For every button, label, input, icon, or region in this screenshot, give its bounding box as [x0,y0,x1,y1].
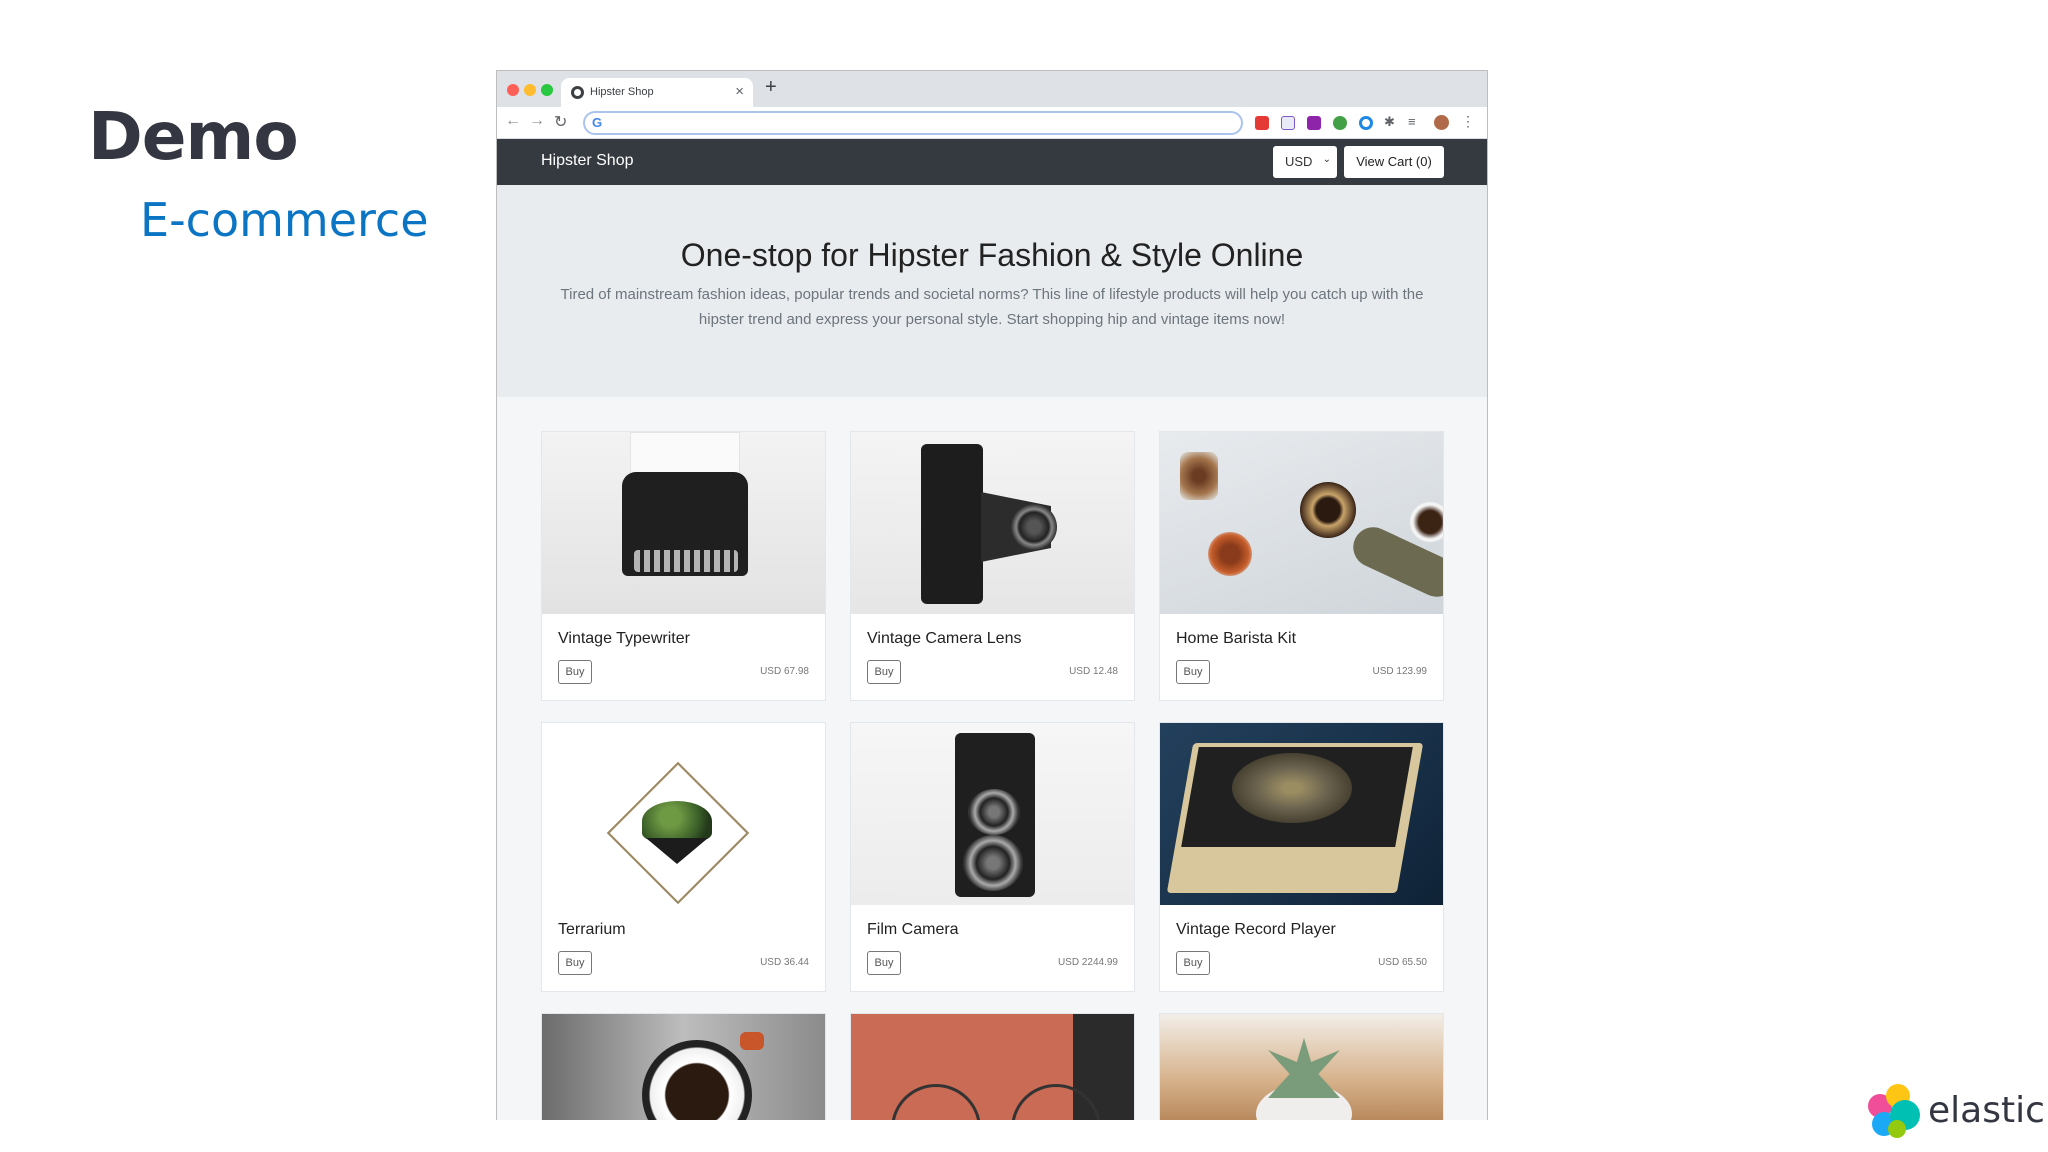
product-name[interactable]: Vintage Camera Lens [867,630,1021,648]
chevron-down-icon: ⌄ [1322,154,1331,165]
hero-title: One-stop for Hipster Fashion & Style Onl… [680,237,1304,273]
product-image-camera-lens[interactable] [851,432,1134,614]
reading-list-icon[interactable]: ≡ [1408,114,1416,129]
product-card[interactable]: Home Barista Kit Buy USD 123.99 [1159,431,1444,701]
product-image-mug[interactable] [541,1013,826,1120]
product-card[interactable]: Film Camera Buy USD 2244.99 [850,722,1135,992]
product-name[interactable]: Terrarium [558,921,626,939]
extension-green-icon[interactable] [1333,116,1347,130]
view-cart-button[interactable]: View Cart (0) [1344,146,1444,178]
window-minimize-button[interactable] [524,84,536,96]
buy-button[interactable]: Buy [867,951,901,975]
tab-title: Hipster Shop [590,86,654,98]
buy-button[interactable]: Buy [1176,951,1210,975]
product-image-succulent[interactable] [1159,1013,1444,1120]
slide-subtitle: E-commerce [140,193,429,247]
buy-button[interactable]: Buy [558,951,592,975]
product-name[interactable]: Film Camera [867,921,959,939]
product-card[interactable]: Terrarium Buy USD 36.44 [541,722,826,992]
extension-blue-ring-icon[interactable] [1359,116,1373,130]
product-image-typewriter[interactable] [542,432,825,614]
product-image-record-player[interactable] [1160,723,1443,905]
hero-text: Tired of mainstream fashion ideas, popul… [560,286,1424,328]
hero-banner: One-stop for Hipster Fashion & Style Onl… [497,185,1487,397]
product-price: USD 123.99 [1372,666,1427,677]
address-bar[interactable]: G [583,111,1243,135]
close-icon[interactable]: × [735,83,744,100]
product-image-film-camera[interactable] [851,723,1134,905]
buy-button[interactable]: Buy [558,660,592,684]
site-header: Hipster Shop USD ⌄ View Cart (0) [497,139,1487,185]
google-icon: G [592,115,603,130]
extension-purple-icon[interactable] [1307,116,1321,130]
buy-button[interactable]: Buy [867,660,901,684]
tab-hipster-shop[interactable]: Hipster Shop × [561,78,753,107]
extension-whatfont-icon[interactable] [1281,116,1295,130]
product-name[interactable]: Vintage Typewriter [558,630,690,648]
puzzle-icon[interactable]: ✱ [1384,114,1395,130]
product-card[interactable]: Vintage Record Player Buy USD 65.50 [1159,722,1444,992]
profile-avatar[interactable] [1434,115,1449,130]
currency-select[interactable]: USD ⌄ [1273,146,1337,178]
product-image-bicycle[interactable] [850,1013,1135,1120]
window-maximize-button[interactable] [541,84,553,96]
product-name[interactable]: Home Barista Kit [1176,630,1296,648]
arrow-right-icon[interactable]: → [529,112,545,130]
globe-icon [571,86,584,99]
product-price: USD 2244.99 [1057,957,1118,968]
buy-button[interactable]: Buy [1176,660,1210,684]
reload-icon[interactable]: ↻ [554,112,567,132]
browser-window: Hipster Shop × + ← → ↻ G ✱ ≡ ⋮ Hipster S… [496,70,1488,1120]
product-image-barista-kit[interactable] [1160,432,1443,614]
product-price: USD 36.44 [760,957,809,968]
product-image-terrarium[interactable] [542,723,825,905]
more-menu-icon[interactable]: ⋮ [1461,113,1475,130]
product-price: USD 65.50 [1378,957,1427,968]
elastic-wordmark: elastic [1928,1090,2045,1131]
product-name[interactable]: Vintage Record Player [1176,921,1336,939]
currency-value: USD [1285,154,1313,169]
product-card[interactable]: Vintage Typewriter Buy USD 67.98 [541,431,826,701]
product-card[interactable]: Vintage Camera Lens Buy USD 12.48 [850,431,1135,701]
window-close-button[interactable] [507,84,519,96]
arrow-left-icon[interactable]: ← [505,112,521,130]
browser-toolbar: ← → ↻ G ✱ ≡ ⋮ [497,107,1487,139]
new-tab-button[interactable]: + [765,76,777,99]
product-price: USD 67.98 [760,666,809,677]
product-price: USD 12.48 [1069,666,1118,677]
shop-brand-link[interactable]: Hipster Shop [541,152,634,170]
extension-red-icon[interactable] [1255,116,1269,130]
tab-strip: Hipster Shop × + [497,71,1487,107]
slide-title: Demo [88,98,299,175]
elastic-logo-icon [1868,1084,1924,1140]
